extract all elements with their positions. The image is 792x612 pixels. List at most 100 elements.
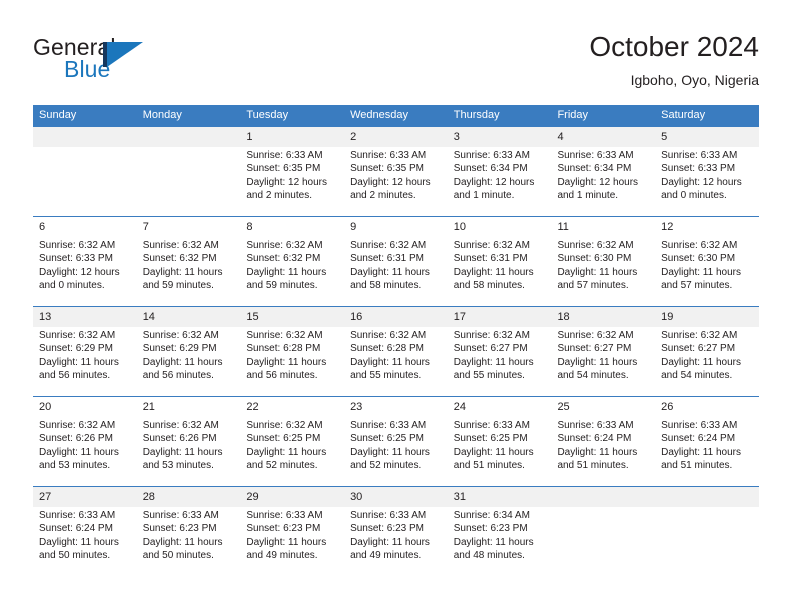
day-number: 7 [142, 221, 149, 233]
sunrise-text: Sunrise: 6:32 AM [246, 240, 323, 251]
calendar-day-cell[interactable]: 23 Sunrise: 6:33 AM Sunset: 6:25 PM Dayligh… [344, 396, 448, 487]
daylight-text-line1: Daylight: 11 hours [246, 536, 327, 548]
daylight-text-line1: Daylight: 11 hours [661, 266, 741, 278]
daylight-text-line2: and 1 minute. [453, 190, 515, 202]
calendar-day-cell[interactable]: 13 Sunrise: 6:32 AM Sunset: 6:29 PM Dayligh… [33, 306, 137, 397]
weekday-header-row: Sunday Monday Tuesday Wednesday Thursday… [33, 105, 759, 127]
day-details: Sunrise: 6:32 AM Sunset: 6:33 PM Daylight:… [33, 237, 137, 293]
daylight-text-line1: Daylight: 11 hours [557, 356, 638, 368]
calendar-body: 1 Sunrise: 6:33 AM Sunset: 6:35 PM Daylight… [33, 126, 759, 576]
daylight-text-line1: Daylight: 12 hours [661, 176, 742, 188]
sunset-text: Sunset: 6:25 PM [453, 433, 528, 445]
daylight-text-line1: Daylight: 11 hours [557, 266, 638, 278]
page-subtitle: Igboho, Oyo, Nigeria [630, 72, 759, 88]
calendar-day-cell[interactable]: 29 Sunrise: 6:33 AM Sunset: 6:23 PM Dayligh… [240, 486, 345, 576]
calendar-day-cell[interactable]: 5 Sunrise: 6:33 AM Sunset: 6:33 PM Daylight… [655, 126, 759, 217]
calendar-day-cell[interactable]: 19 Sunrise: 6:32 AM Sunset: 6:27 PM Dayligh… [655, 306, 759, 397]
sunrise-text: Sunrise: 6:33 AM [557, 420, 634, 431]
sunset-text: Sunset: 6:24 PM [557, 433, 632, 445]
calendar-day-cell[interactable]: 4 Sunrise: 6:33 AM Sunset: 6:34 PM Daylight… [551, 126, 656, 217]
day-details: Sunrise: 6:34 AM Sunset: 6:23 PM Daylight:… [448, 507, 552, 563]
calendar-day-cell[interactable]: 1 Sunrise: 6:33 AM Sunset: 6:35 PM Daylight… [240, 126, 345, 217]
calendar-day-cell[interactable]: 3 Sunrise: 6:33 AM Sunset: 6:34 PM Daylight… [447, 126, 552, 217]
calendar-day-cell[interactable]: 24 Sunrise: 6:33 AM Sunset: 6:25 PM Dayligh… [447, 396, 552, 487]
calendar-day-cell[interactable]: 8 Sunrise: 6:32 AM Sunset: 6:32 PM Daylight… [240, 216, 345, 307]
day-details: Sunrise: 6:32 AM Sunset: 6:27 PM Daylight:… [448, 327, 552, 383]
sunset-text: Sunset: 6:32 PM [246, 253, 321, 265]
calendar-week-row: 1 Sunrise: 6:33 AM Sunset: 6:35 PM Daylight… [33, 126, 759, 217]
day-number: 14 [136, 307, 241, 327]
sunset-text: Sunset: 6:31 PM [453, 253, 528, 265]
sunrise-text: Sunrise: 6:32 AM [350, 240, 427, 251]
day-number [655, 487, 759, 507]
calendar-day-cell[interactable]: 14 Sunrise: 6:32 AM Sunset: 6:29 PM Dayligh… [136, 306, 241, 397]
day-number: 17 [447, 307, 552, 327]
daylight-text-line1: Daylight: 12 hours [557, 176, 639, 188]
calendar-day-cell[interactable]: 2 Sunrise: 6:33 AM Sunset: 6:35 PM Daylight… [344, 126, 448, 217]
day-number: 27 [33, 487, 137, 507]
daylight-text-line2: and 2 minutes. [246, 190, 312, 202]
daylight-text-line1: Daylight: 11 hours [246, 446, 327, 458]
day-number: 29 [240, 487, 345, 507]
calendar-day-cell[interactable]: 16 Sunrise: 6:32 AM Sunset: 6:28 PM Dayligh… [344, 306, 448, 397]
weekday-header-wednesday: Wednesday [344, 105, 448, 127]
sunrise-text: Sunrise: 6:32 AM [661, 240, 738, 251]
calendar-week-row: 27 Sunrise: 6:33 AM Sunset: 6:24 PM Dayligh… [33, 486, 759, 576]
sunrise-text: Sunrise: 6:32 AM [39, 330, 116, 341]
calendar-day-cell[interactable]: 6 Sunrise: 6:32 AM Sunset: 6:33 PM Daylight… [33, 216, 137, 307]
calendar-day-cell[interactable]: 30 Sunrise: 6:33 AM Sunset: 6:23 PM Dayligh… [344, 486, 448, 576]
calendar-day-cell[interactable]: 15 Sunrise: 6:32 AM Sunset: 6:28 PM Dayligh… [240, 306, 345, 397]
daylight-text-line1: Daylight: 11 hours [350, 446, 430, 458]
sunrise-text: Sunrise: 6:33 AM [350, 420, 427, 431]
day-details: Sunrise: 6:32 AM Sunset: 6:30 PM Daylight:… [655, 237, 759, 293]
calendar-day-cell[interactable]: 17 Sunrise: 6:32 AM Sunset: 6:27 PM Dayligh… [447, 306, 552, 397]
general-blue-logo[interactable]: General Blue [33, 34, 263, 96]
sunset-text: Sunset: 6:25 PM [246, 433, 321, 445]
calendar-day-cell[interactable]: 27 Sunrise: 6:33 AM Sunset: 6:24 PM Dayligh… [33, 486, 137, 576]
sunrise-text: Sunrise: 6:32 AM [246, 420, 323, 431]
day-number: 4 [551, 127, 656, 147]
calendar-week-row: 6 Sunrise: 6:32 AM Sunset: 6:33 PM Daylight… [33, 216, 759, 307]
sunrise-text: Sunrise: 6:32 AM [557, 240, 634, 251]
calendar-day-cell[interactable]: 7 Sunrise: 6:32 AM Sunset: 6:32 PM Daylight… [136, 216, 241, 307]
calendar-day-cell[interactable]: 9 Sunrise: 6:32 AM Sunset: 6:31 PM Daylight… [344, 216, 448, 307]
daylight-text-line1: Daylight: 11 hours [142, 446, 223, 458]
sunrise-text: Sunrise: 6:32 AM [350, 330, 427, 341]
calendar-day-cell[interactable]: 21 Sunrise: 6:32 AM Sunset: 6:26 PM Dayligh… [136, 396, 241, 487]
calendar-day-cell[interactable]: 11 Sunrise: 6:32 AM Sunset: 6:30 PM Dayligh… [551, 216, 656, 307]
calendar-day-cell-empty [33, 126, 137, 217]
daylight-text-line2: and 52 minutes. [246, 460, 318, 472]
day-details: Sunrise: 6:32 AM Sunset: 6:28 PM Daylight:… [240, 327, 344, 383]
day-number [551, 487, 656, 507]
calendar-day-cell[interactable]: 22 Sunrise: 6:32 AM Sunset: 6:25 PM Dayligh… [240, 396, 345, 487]
sunset-text: Sunset: 6:34 PM [453, 163, 528, 175]
calendar-day-cell[interactable]: 26 Sunrise: 6:33 AM Sunset: 6:24 PM Dayligh… [655, 396, 759, 487]
daylight-text-line1: Daylight: 11 hours [142, 356, 223, 368]
daylight-text-line2: and 59 minutes. [142, 280, 214, 292]
calendar-day-cell[interactable]: 12 Sunrise: 6:32 AM Sunset: 6:30 PM Dayligh… [655, 216, 759, 307]
daylight-text-line2: and 0 minutes. [39, 280, 105, 292]
calendar-day-cell[interactable]: 25 Sunrise: 6:33 AM Sunset: 6:24 PM Dayligh… [551, 396, 656, 487]
day-details: Sunrise: 6:32 AM Sunset: 6:28 PM Daylight:… [344, 327, 448, 383]
sunset-text: Sunset: 6:29 PM [39, 343, 113, 355]
day-number: 13 [33, 307, 137, 327]
day-details: Sunrise: 6:32 AM Sunset: 6:27 PM Daylight:… [655, 327, 759, 383]
sunset-text: Sunset: 6:27 PM [557, 343, 632, 355]
daylight-text-line2: and 51 minutes. [661, 460, 733, 472]
sunset-text: Sunset: 6:33 PM [661, 163, 736, 175]
sunset-text: Sunset: 6:35 PM [350, 163, 424, 175]
sunrise-text: Sunrise: 6:32 AM [39, 240, 116, 251]
daylight-text-line1: Daylight: 12 hours [39, 266, 120, 278]
day-details: Sunrise: 6:33 AM Sunset: 6:23 PM Daylight:… [137, 507, 241, 563]
day-details: Sunrise: 6:32 AM Sunset: 6:29 PM Daylight:… [33, 327, 137, 383]
calendar-day-cell[interactable]: 10 Sunrise: 6:32 AM Sunset: 6:31 PM Dayligh… [447, 216, 552, 307]
calendar-day-cell[interactable]: 20 Sunrise: 6:32 AM Sunset: 6:26 PM Dayligh… [33, 396, 137, 487]
day-details: Sunrise: 6:33 AM Sunset: 6:34 PM Daylight:… [551, 147, 655, 203]
calendar-day-cell[interactable]: 28 Sunrise: 6:33 AM Sunset: 6:23 PM Dayligh… [136, 486, 241, 576]
sunrise-text: Sunrise: 6:32 AM [39, 420, 116, 431]
day-number: 1 [240, 127, 345, 147]
calendar-day-cell[interactable]: 31 Sunrise: 6:34 AM Sunset: 6:23 PM Dayligh… [447, 486, 552, 576]
sunset-text: Sunset: 6:23 PM [142, 523, 217, 535]
calendar-day-cell[interactable]: 18 Sunrise: 6:32 AM Sunset: 6:27 PM Dayligh… [551, 306, 656, 397]
day-number: 25 [557, 401, 570, 413]
